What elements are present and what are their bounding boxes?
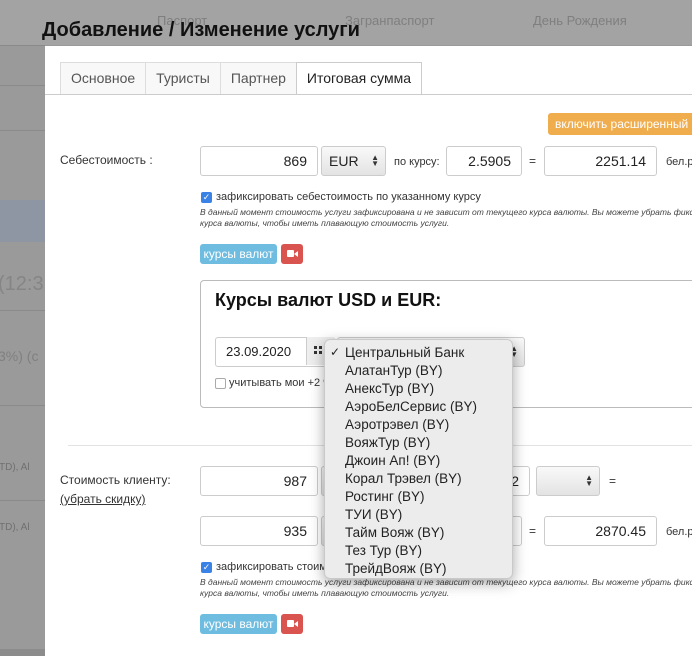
fix-cost-label: зафиксировать себестоимость по указанном… — [216, 191, 481, 203]
client-discounted-amount-input[interactable]: 935 — [200, 516, 318, 546]
modal-tabs: Основное Туристы Партнер Итоговая сумма — [60, 62, 423, 95]
fix-client-note-line2: курса валюты, чтобы иметь плавающую стои… — [200, 588, 450, 598]
dropdown-option[interactable]: АэроБелСервис (BY) — [345, 399, 477, 414]
tab-partner[interactable]: Партнер — [219, 62, 297, 94]
remove-discount-link[interactable]: (убрать скидку) — [60, 492, 146, 506]
background-row-divider — [0, 130, 45, 131]
dropdown-option[interactable]: Аэротрэвел (BY) — [345, 417, 449, 432]
dropdown-option[interactable]: Ростинг (BY) — [345, 489, 425, 504]
account-markup-checkbox[interactable] — [215, 378, 226, 389]
dropdown-option[interactable]: АнексТур (BY) — [345, 381, 434, 396]
cost-currency-value: EUR — [329, 153, 359, 169]
cost-amount-input[interactable]: 869 — [200, 146, 318, 176]
background-side-text: TD), Al — [0, 522, 30, 533]
fix-client-cost-label: зафиксировать стоимо — [216, 561, 333, 573]
dropdown-option[interactable]: ТрейдВояж (BY) — [345, 561, 447, 576]
background-row-divider — [0, 45, 45, 46]
dropdown-option[interactable]: ТУИ (BY) — [345, 507, 402, 522]
rate-label: по курсу: — [394, 156, 440, 168]
background-row-divider — [0, 500, 45, 501]
rates-source-dropdown: ✓ Центральный Банк АлатанТур (BY) АнексТ… — [324, 339, 513, 579]
dropdown-option[interactable]: ВояжТур (BY) — [345, 435, 430, 450]
client-rate-source-select[interactable]: ▲ ▼ — [536, 466, 600, 496]
video-button[interactable] — [281, 244, 303, 264]
dropdown-option[interactable]: Центральный Банк — [345, 345, 464, 360]
cost-rate-input[interactable]: 2.5905 — [446, 146, 522, 176]
dropdown-option[interactable]: Тез Тур (BY) — [345, 543, 422, 558]
dropdown-option[interactable]: Корал Трэвел (BY) — [345, 471, 462, 486]
client-result-input[interactable]: 2870.45 — [544, 516, 657, 546]
background-side-text: (12:3 — [0, 273, 44, 295]
background-side-text: TD), Al — [0, 462, 30, 473]
cost-result-currency: бел.р — [666, 156, 692, 168]
client-result-currency: бел.р — [666, 526, 692, 538]
equals-sign: = — [529, 524, 537, 538]
dropdown-option[interactable]: АлатанТур (BY) — [345, 363, 442, 378]
background-header-birthday: День Рождения — [533, 13, 627, 28]
fix-cost-note-line2: курса валюты, чтобы иметь плавающую стои… — [200, 218, 450, 228]
background-selected-row — [0, 200, 45, 242]
currency-rates-button[interactable]: курсы валют — [200, 244, 277, 264]
client-video-button[interactable] — [281, 614, 303, 634]
tabs-divider — [45, 94, 692, 95]
modal-title: Добавление / Изменение услуги — [42, 19, 360, 41]
background-row-divider — [0, 85, 45, 86]
tab-tourists[interactable]: Туристы — [145, 62, 221, 94]
background-row-divider — [0, 310, 45, 311]
select-arrows-icon: ▲ ▼ — [585, 473, 593, 488]
select-arrows-icon: ▲ ▼ — [371, 153, 379, 168]
cost-result-input[interactable]: 2251.14 — [544, 146, 657, 176]
cost-label: Себестоимость : — [60, 153, 153, 167]
background-side-text: 3%) (с — [0, 348, 39, 364]
currency-rates-title: Курсы валют USD и EUR: — [215, 290, 442, 310]
fix-client-cost-checkbox[interactable]: ✓ — [201, 562, 212, 573]
fix-cost-checkbox[interactable]: ✓ — [201, 192, 212, 203]
tab-total-amount[interactable]: Итоговая сумма — [295, 62, 423, 95]
equals-sign: = — [529, 154, 537, 168]
fix-cost-note-line1: В данный момент стоимость услуги зафикси… — [200, 207, 692, 217]
dropdown-option[interactable]: Джоин Ап! (BY) — [345, 453, 440, 468]
client-amount-input[interactable]: 987 — [200, 466, 318, 496]
tab-main[interactable]: Основное — [60, 62, 147, 94]
client-cost-label: Стоимость клиенту: — [60, 473, 171, 487]
account-markup-label: учитывать мои +2 % — [229, 377, 334, 389]
enable-advanced-mode-button[interactable]: включить расширенный ре — [548, 113, 692, 135]
checkmark-icon: ✓ — [330, 345, 341, 359]
dropdown-option[interactable]: Тайм Вояж (BY) — [345, 525, 444, 540]
client-currency-rates-button[interactable]: курсы валют — [200, 614, 277, 634]
background-row-divider — [0, 405, 45, 406]
equals-sign: = — [609, 474, 617, 488]
cost-currency-select[interactable]: EUR ▲ ▼ — [321, 146, 386, 176]
